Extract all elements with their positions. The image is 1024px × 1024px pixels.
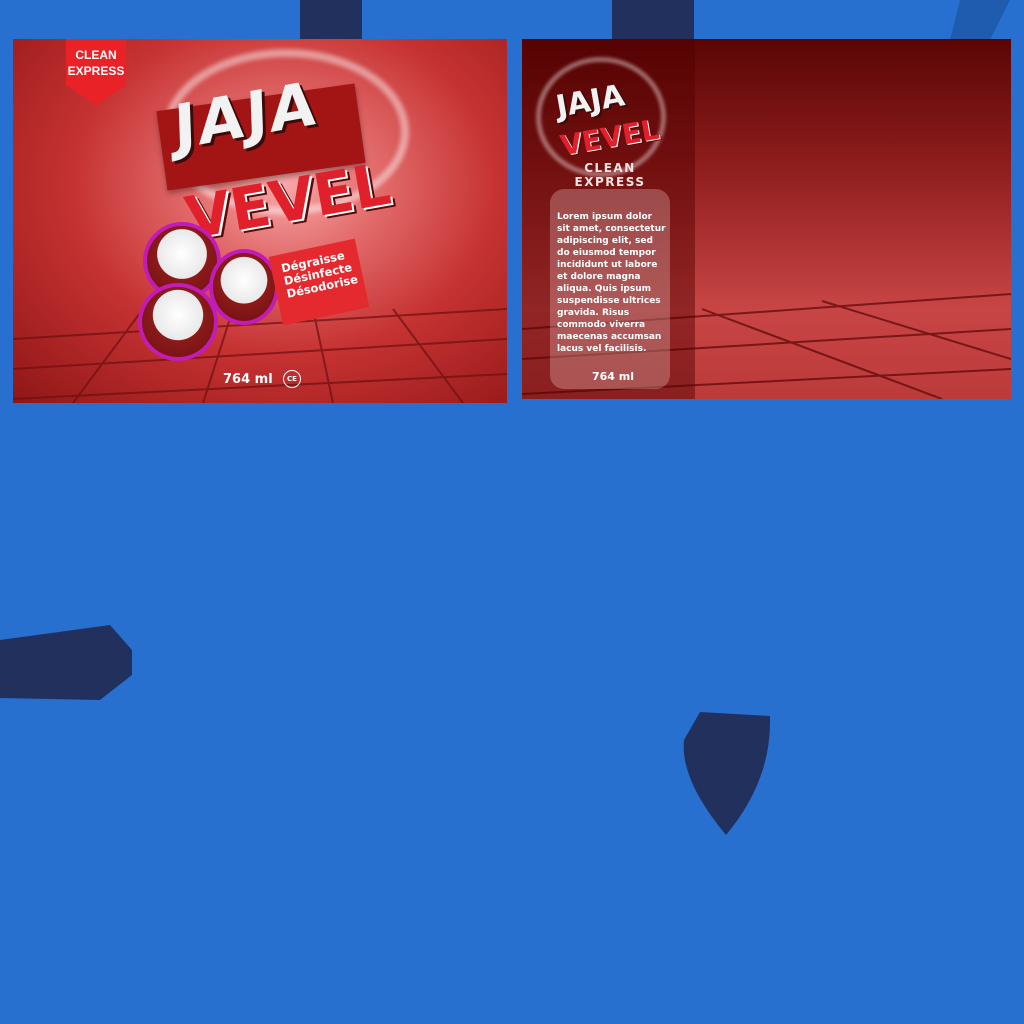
back-label: JAJA VEVEL CLEAN EXPRESS Lorem ipsum dol… [522, 39, 1011, 399]
shield-shape [683, 712, 771, 835]
description-text: Lorem ipsum dolor sit amet, consectetur … [557, 212, 666, 354]
top-strip-left [300, 0, 362, 40]
front-label: CLEAN EXPRESS JAJA VEVEL Dégraisse Désin… [13, 39, 507, 403]
ce-mark-icon: CE [283, 370, 301, 388]
corner-shape [950, 0, 1010, 40]
side-tab-shape [0, 625, 132, 700]
volume-label: 764 ml [223, 372, 273, 387]
sink-icon [138, 283, 218, 361]
top-strip-right [612, 0, 694, 40]
back-volume-label: 764 ml [592, 370, 635, 383]
back-brand-tagline: CLEAN EXPRESS [574, 161, 646, 189]
